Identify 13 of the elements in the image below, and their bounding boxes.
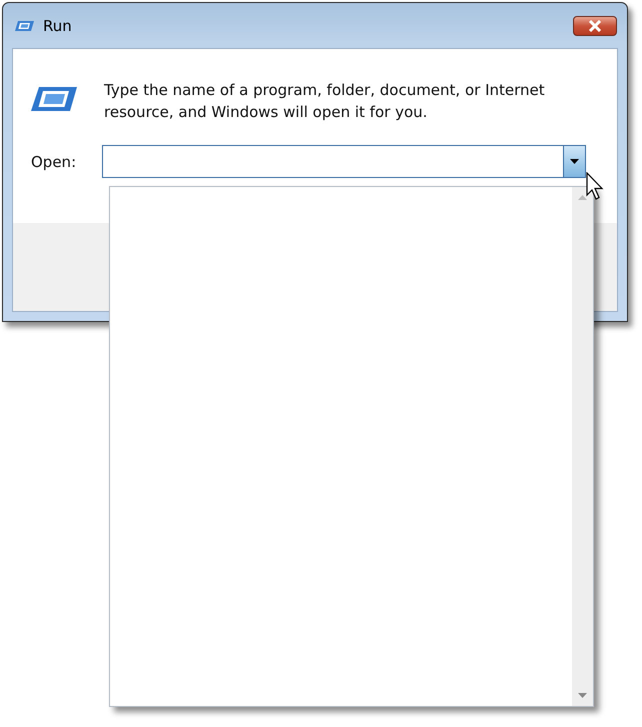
window-title: Run: [43, 16, 72, 34]
scroll-up-icon: [578, 195, 587, 200]
open-combo-box[interactable]: [102, 145, 586, 178]
run-icon: [15, 20, 35, 32]
open-label: Open:: [31, 152, 76, 170]
close-icon: [588, 20, 602, 32]
dropdown-button[interactable]: [563, 146, 586, 177]
cursor-icon: [586, 172, 604, 202]
scrollbar[interactable]: [572, 187, 593, 706]
scroll-down-icon: [578, 693, 587, 698]
close-button[interactable]: [573, 16, 617, 36]
description-text: Type the name of a program, folder, document, or Internet resource, and Windows will open it for you.: [104, 80, 546, 123]
caret-icon: [570, 159, 580, 164]
